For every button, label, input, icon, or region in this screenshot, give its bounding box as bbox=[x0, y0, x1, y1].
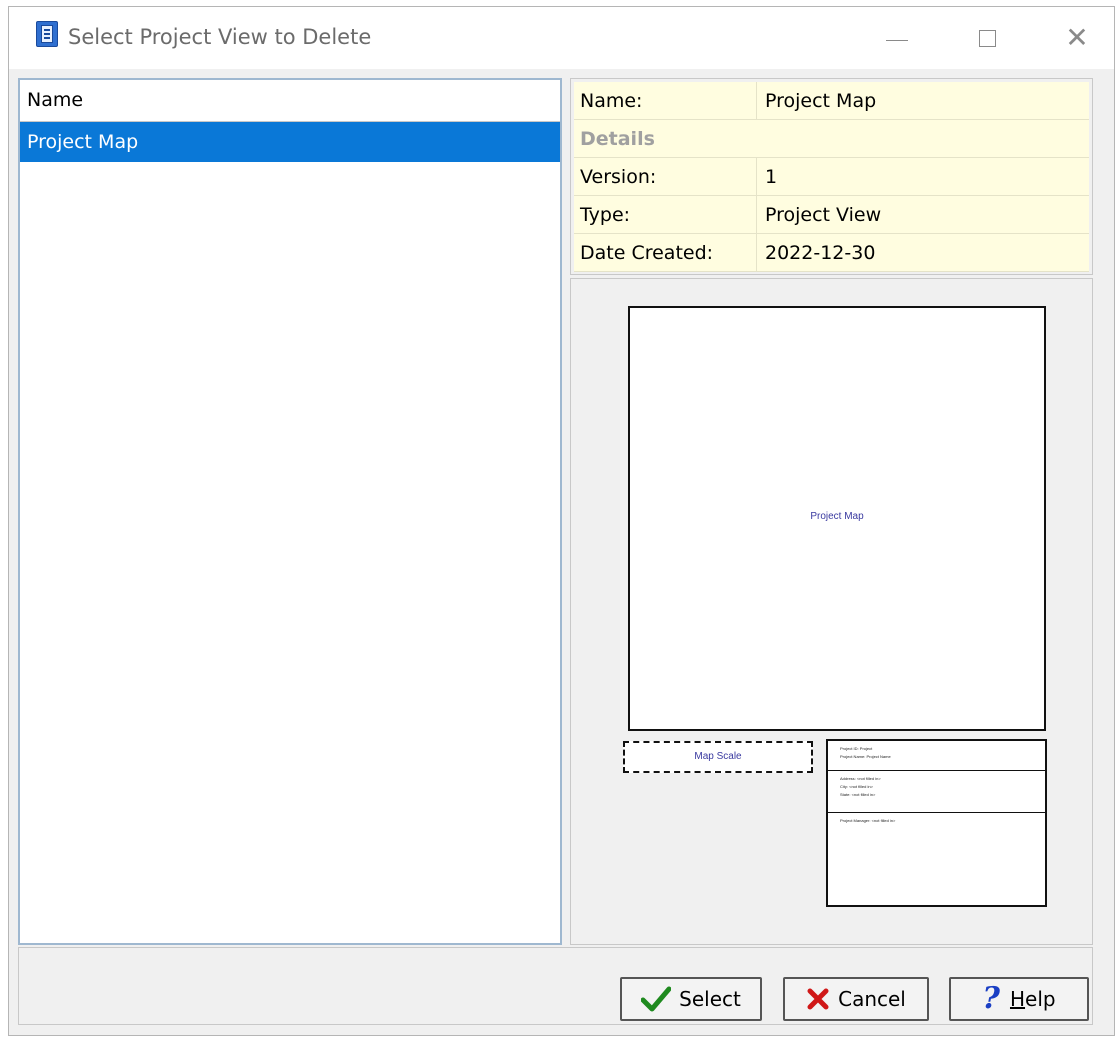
details-row-version: Version: 1 bbox=[574, 158, 1089, 196]
select-button-label: Select bbox=[679, 987, 741, 1011]
title-bar[interactable]: Select Project View to Delete ✕ bbox=[9, 7, 1114, 69]
details-row-date-created: Date Created: 2022-12-30 bbox=[574, 234, 1089, 272]
red-x-icon bbox=[806, 987, 830, 1011]
select-button[interactable]: Select bbox=[620, 977, 762, 1021]
maximize-icon bbox=[978, 29, 996, 47]
help-button-label: Help bbox=[1010, 987, 1056, 1011]
details-section-label: Details bbox=[580, 128, 655, 150]
checkmark-icon bbox=[641, 986, 672, 1012]
close-icon: ✕ bbox=[1065, 21, 1089, 54]
list-item[interactable]: Project Map bbox=[20, 122, 560, 162]
version-label: Version: bbox=[574, 158, 757, 196]
type-label: Type: bbox=[574, 196, 757, 234]
dialog-window: Select Project View to Delete ✕ Name Pro… bbox=[8, 6, 1115, 1036]
preview-panel: Project Map Map Scale Project ID: Projec… bbox=[570, 278, 1093, 945]
title-block-line: City: <not filled in> bbox=[840, 784, 873, 789]
details-section-header: Details bbox=[574, 120, 1089, 158]
help-mnemonic: H bbox=[1009, 987, 1026, 1011]
list-header-label: Name bbox=[27, 89, 84, 111]
details-row-type: Type: Project View bbox=[574, 196, 1089, 234]
maximize-button[interactable] bbox=[947, 7, 1027, 69]
title-block-line: State: <not filled in> bbox=[840, 792, 876, 797]
map-scale-label: Map Scale bbox=[694, 751, 742, 762]
title-block-project-section: Project ID: Project Project Name: Projec… bbox=[828, 741, 1045, 771]
list-item-label: Project Map bbox=[27, 131, 139, 153]
map-preview-title: Project Map bbox=[810, 511, 864, 522]
minimize-button[interactable] bbox=[857, 7, 937, 69]
cancel-button[interactable]: Cancel bbox=[783, 977, 929, 1021]
title-block-manager-section: Project Manager: <not filled in> bbox=[828, 813, 1045, 903]
details-table: Name: Project Map Details Version: 1 Typ… bbox=[574, 82, 1089, 272]
details-row-name: Name: Project Map bbox=[574, 82, 1089, 120]
map-scale-box: Map Scale bbox=[623, 741, 813, 773]
title-block-line: Project ID: Project bbox=[840, 746, 873, 751]
map-title-block: Project ID: Project Project Name: Projec… bbox=[826, 739, 1047, 907]
project-view-list[interactable]: Name Project Map bbox=[18, 78, 562, 945]
list-column-header-name[interactable]: Name bbox=[20, 80, 560, 122]
window-title: Select Project View to Delete bbox=[68, 25, 372, 49]
minimize-icon bbox=[886, 39, 908, 41]
question-mark-icon: ? bbox=[982, 981, 1000, 1016]
name-label: Name: bbox=[574, 82, 757, 120]
close-button[interactable]: ✕ bbox=[1037, 7, 1115, 69]
date-created-value: 2022-12-30 bbox=[765, 242, 876, 264]
title-block-line: Project Name: Project Name bbox=[840, 754, 891, 759]
details-panel: Name: Project Map Details Version: 1 Typ… bbox=[570, 78, 1093, 275]
map-preview-page: Project Map bbox=[628, 306, 1046, 731]
help-label-rest: elp bbox=[1025, 987, 1056, 1011]
help-button[interactable]: ? Help bbox=[949, 977, 1089, 1021]
cancel-button-label: Cancel bbox=[838, 987, 906, 1011]
title-block-address-section: Address: <not filled in> City: <not fill… bbox=[828, 771, 1045, 813]
title-block-line: Project Manager: <not filled in> bbox=[840, 818, 896, 823]
title-block-line: Address: <not filled in> bbox=[840, 776, 881, 781]
notebook-icon bbox=[36, 21, 58, 47]
date-created-label: Date Created: bbox=[574, 234, 757, 272]
button-bar bbox=[18, 947, 1093, 1025]
